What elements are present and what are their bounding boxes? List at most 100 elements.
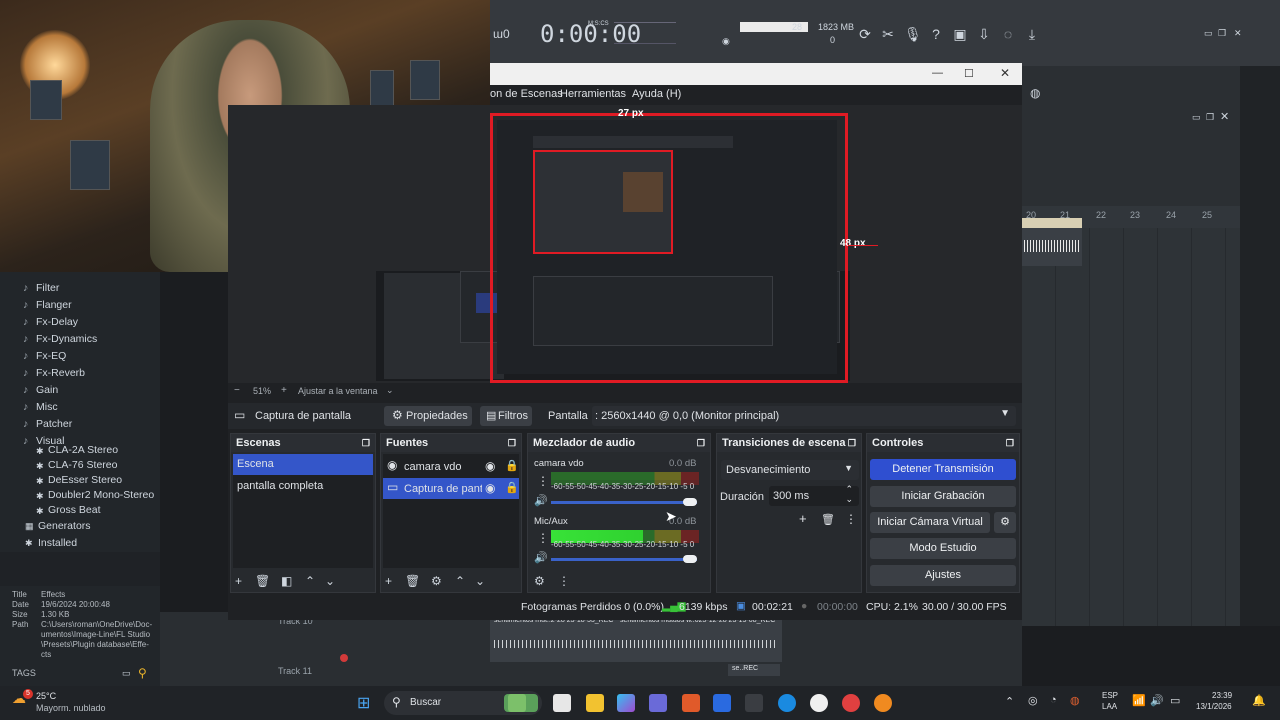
- playlist-restore-icon[interactable]: ❐: [1206, 112, 1214, 123]
- speaker-icon[interactable]: 🔊: [534, 494, 548, 507]
- obs-preview[interactable]: 27 px 48 px: [228, 105, 1022, 383]
- properties-button[interactable]: ⚙ Propiedades: [384, 406, 472, 426]
- settings-button[interactable]: Ajustes: [870, 565, 1016, 586]
- arrow-down-icon[interactable]: ⌄: [475, 574, 485, 588]
- trash-icon[interactable]: 🗑: [405, 574, 420, 588]
- windows-start-icon[interactable]: ⊞: [357, 693, 370, 713]
- playlist-close-icon[interactable]: ✕: [1220, 110, 1229, 123]
- menu-item[interactable]: Ayuda (H): [632, 88, 681, 100]
- trash-icon[interactable]: 🗑: [821, 513, 835, 526]
- fl-close-icon[interactable]: ✕: [1234, 28, 1242, 39]
- teams-icon[interactable]: [649, 694, 667, 712]
- search-icon[interactable]: ⚲: [138, 666, 147, 680]
- lock-icon[interactable]: 🔒: [505, 481, 519, 494]
- tray-icon[interactable]: ◎: [1028, 694, 1038, 707]
- task-view-icon[interactable]: [553, 694, 571, 712]
- undock-icon[interactable]: ❐: [697, 434, 705, 452]
- undock-icon[interactable]: ❐: [362, 434, 370, 452]
- browser-folder[interactable]: ♪ Gain: [23, 382, 58, 399]
- more-icon[interactable]: ⋮: [558, 574, 570, 588]
- advanced-audio-icon[interactable]: ⚙: [534, 574, 545, 588]
- filter-icon[interactable]: ◧: [281, 574, 292, 588]
- menu-item[interactable]: on de Escenas: [490, 88, 563, 100]
- cut-icon[interactable]: ✂: [880, 26, 896, 42]
- zoom-in-icon[interactable]: +: [281, 385, 287, 396]
- playlist-minimize-icon[interactable]: ▭: [1192, 112, 1201, 123]
- stop-stream-button[interactable]: Detener Transmisión: [870, 459, 1016, 480]
- browser-installed[interactable]: Installed: [38, 535, 77, 552]
- menu-item[interactable]: Herramientas: [560, 88, 626, 100]
- zoom-out-icon[interactable]: −: [234, 385, 240, 396]
- duration-spinbox[interactable]: 300 ms ⌃ ⌄: [769, 484, 859, 506]
- more-icon[interactable]: ⋮: [845, 512, 857, 526]
- browser-folder[interactable]: ♪ Patcher: [23, 416, 72, 433]
- chevron-down-icon[interactable]: ⌄: [386, 385, 394, 396]
- office-icon[interactable]: [682, 694, 700, 712]
- app-icon[interactable]: [745, 694, 763, 712]
- folder-icon[interactable]: ▭: [122, 668, 131, 679]
- browser-folder[interactable]: ♪ Fx-Dynamics: [23, 331, 97, 348]
- track-label[interactable]: Track 11: [278, 666, 312, 676]
- app-icon[interactable]: [842, 694, 860, 712]
- speaker-icon[interactable]: 🔊: [534, 551, 548, 564]
- virtual-camera-settings-button[interactable]: ⚙: [994, 512, 1016, 533]
- tray-icon[interactable]: ◔: [1050, 694, 1057, 706]
- trash-icon[interactable]: 🗑: [255, 574, 270, 588]
- add-icon[interactable]: +: [385, 574, 392, 588]
- help-icon[interactable]: ?: [928, 26, 944, 42]
- playlist-scrollbar[interactable]: [1240, 66, 1280, 626]
- notifications-icon[interactable]: 🔔: [1252, 694, 1266, 707]
- fl-playlist-icon[interactable]: ◍: [1030, 86, 1040, 100]
- chat-icon[interactable]: ◌: [1000, 26, 1016, 42]
- lock-icon[interactable]: 🔒: [505, 459, 519, 472]
- zoom-fit[interactable]: Ajustar a la ventana: [298, 386, 378, 396]
- keyboard-lang[interactable]: ESP: [1102, 691, 1118, 700]
- battery-icon[interactable]: ▭: [1170, 694, 1180, 707]
- browser-item[interactable]: Gross Beat: [48, 502, 101, 519]
- fl-knob-icon[interactable]: ◉: [722, 36, 730, 47]
- scene-item[interactable]: Escena: [233, 454, 373, 475]
- more-icon[interactable]: ⋮: [537, 474, 549, 488]
- browser-folder[interactable]: ♪ Misc: [23, 399, 58, 416]
- add-icon[interactable]: +: [799, 511, 807, 526]
- browser-folder[interactable]: ♪ Flanger: [23, 297, 72, 314]
- file-explorer-icon[interactable]: [586, 694, 604, 712]
- playlist-grid[interactable]: [1022, 228, 1240, 626]
- undock-icon[interactable]: ❐: [1006, 434, 1014, 452]
- undock-icon[interactable]: ❐: [508, 434, 516, 452]
- browser-generators[interactable]: Generators: [38, 518, 91, 535]
- app-icon[interactable]: [508, 694, 526, 712]
- chevron-up-icon[interactable]: ⌃: [1005, 695, 1014, 708]
- obs-taskbar-icon[interactable]: [810, 694, 828, 712]
- audio-clip[interactable]: se..REC: [728, 664, 780, 676]
- eye-icon[interactable]: ◉: [485, 481, 495, 495]
- save-icon[interactable]: ▣: [952, 26, 968, 42]
- clock-time[interactable]: 23:39: [1212, 691, 1232, 700]
- browser-folder[interactable]: ♪ Fx-Delay: [23, 314, 78, 331]
- gear-icon[interactable]: ⚙: [431, 574, 442, 588]
- volume-icon[interactable]: 🔊: [1150, 694, 1164, 707]
- fl-restore-icon[interactable]: ❐: [1218, 28, 1226, 39]
- arrow-down-icon[interactable]: ⌄: [325, 574, 335, 588]
- chevron-down-icon[interactable]: ⌄: [845, 494, 853, 505]
- studio-mode-button[interactable]: Modo Estudio: [870, 538, 1016, 559]
- copilot-icon[interactable]: [617, 694, 635, 712]
- more-icon[interactable]: ⋮: [537, 531, 549, 545]
- volume-slider[interactable]: [551, 558, 697, 561]
- obs-close-icon[interactable]: ✕: [1000, 66, 1010, 80]
- audio-clip[interactable]: [1022, 218, 1082, 266]
- start-recording-button[interactable]: Iniciar Grabación: [870, 486, 1016, 507]
- volume-slider-handle[interactable]: [683, 498, 697, 506]
- screen-select[interactable]: : 2560x1440 @ 0,0 (Monitor principal) ▼: [592, 406, 1016, 426]
- filters-button[interactable]: ▤ Filtros: [480, 406, 532, 426]
- browser-folder[interactable]: ♪ Filter: [23, 280, 59, 297]
- source-item[interactable]: ▭ Captura de panta ◉ 🔒: [383, 478, 519, 499]
- tray-icon[interactable]: ◍: [1070, 694, 1080, 707]
- record-dot[interactable]: [340, 654, 348, 662]
- arrow-up-icon[interactable]: ⌃: [305, 574, 315, 588]
- audio-clip[interactable]: sentimientos mut..2-28 23-18-53_REC sent…: [490, 616, 782, 662]
- store-icon[interactable]: [713, 694, 731, 712]
- download-icon[interactable]: ⤓: [1024, 26, 1040, 42]
- render-icon[interactable]: ⇩: [976, 26, 992, 42]
- tags-label[interactable]: TAGS: [12, 668, 36, 678]
